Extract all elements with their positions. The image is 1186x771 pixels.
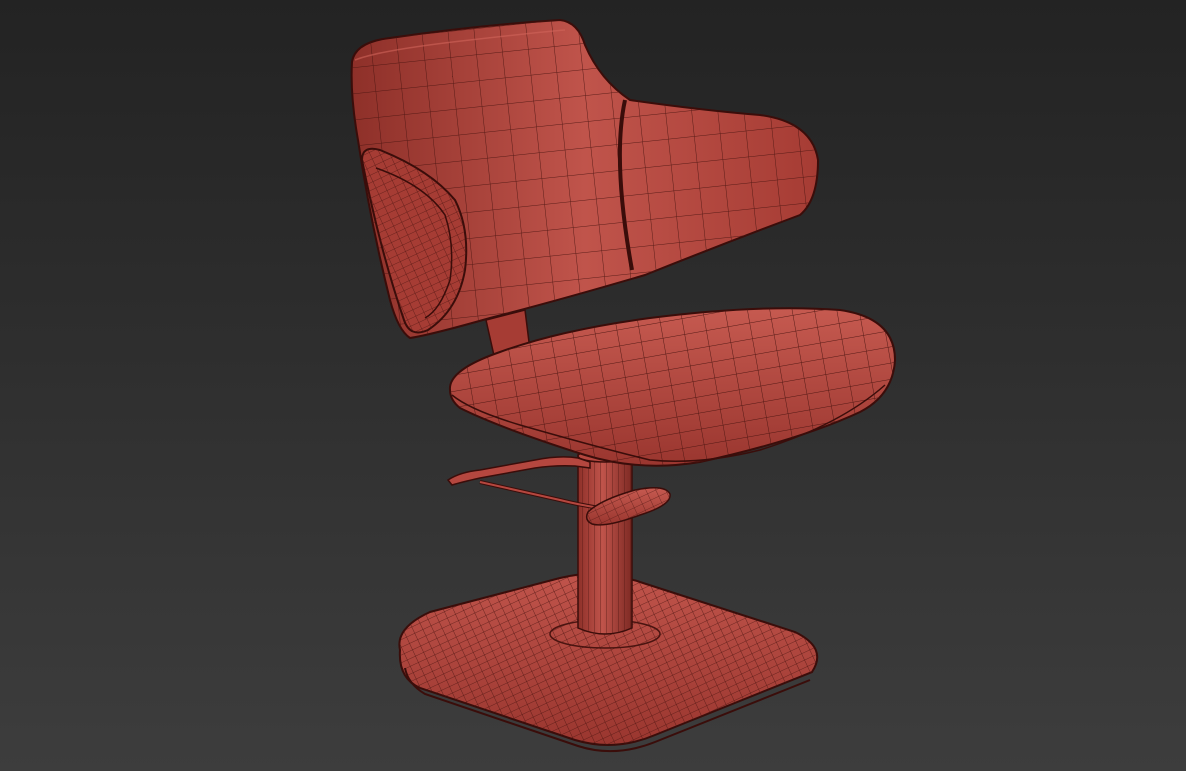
- chair-pole: [577, 449, 633, 635]
- chair-render: [350, 18, 897, 753]
- foot-lever: [446, 456, 601, 510]
- 3d-viewport: [0, 0, 1186, 771]
